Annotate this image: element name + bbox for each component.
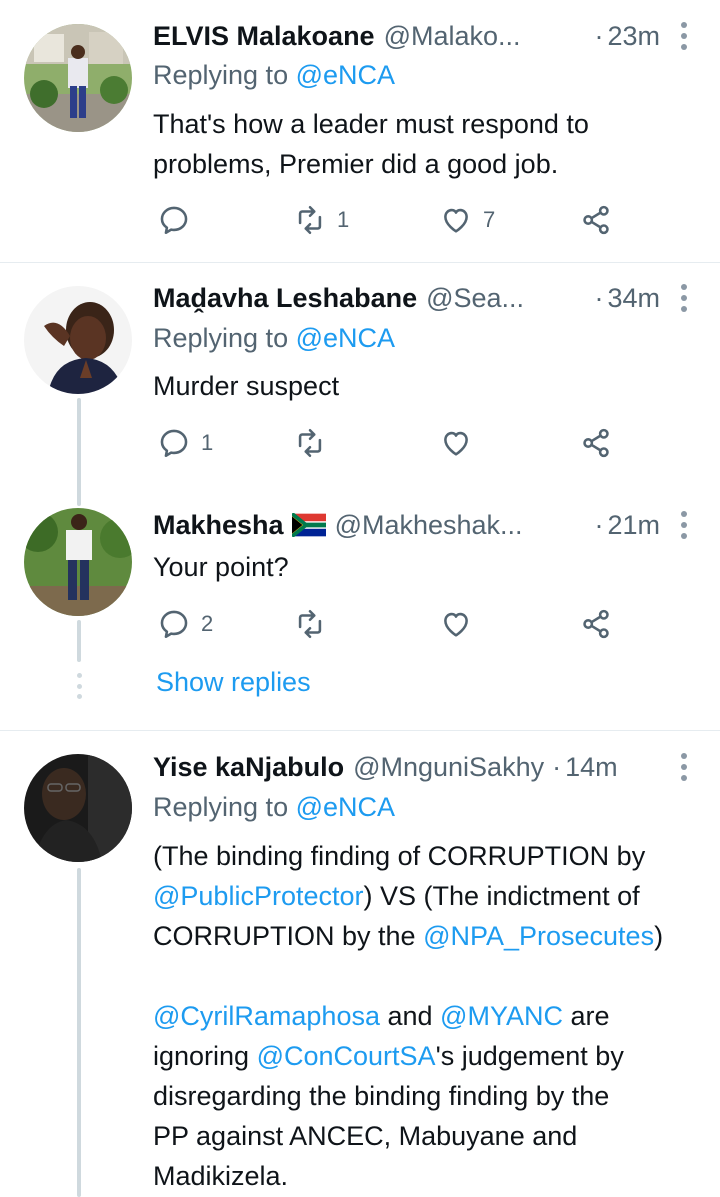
avatar[interactable] bbox=[24, 24, 132, 132]
timestamp[interactable]: 21m bbox=[607, 510, 660, 541]
show-replies-link[interactable]: Show replies bbox=[156, 667, 311, 698]
mention-link[interactable]: @eNCA bbox=[296, 323, 395, 353]
action-bar: 2 bbox=[157, 606, 617, 642]
reply-button[interactable] bbox=[157, 202, 201, 238]
share-icon bbox=[583, 609, 609, 639]
retweet-count: 1 bbox=[337, 207, 350, 232]
tweet-3[interactable]: Makhesha @Makheshak... · 21m Your point?… bbox=[0, 490, 720, 650]
tweet-2[interactable]: Maḓavha Leshabane @Sea... · 34m Replying… bbox=[0, 263, 720, 501]
share-button[interactable] bbox=[579, 202, 613, 238]
avatar[interactable] bbox=[24, 508, 132, 616]
time-separator: · bbox=[594, 20, 604, 51]
reply-count: 1 bbox=[201, 430, 214, 455]
mention-link[interactable]: @CyrilRamaphosa bbox=[153, 1001, 380, 1031]
share-button[interactable] bbox=[579, 606, 613, 642]
more-icon[interactable] bbox=[680, 22, 688, 50]
display-name[interactable]: Makhesha bbox=[153, 510, 284, 541]
share-icon bbox=[583, 428, 609, 458]
reply-icon bbox=[160, 429, 188, 458]
mention-link[interactable]: @PublicProtector bbox=[153, 881, 364, 911]
retweet-icon bbox=[298, 428, 322, 458]
display-name[interactable]: Yise kaNjabulo bbox=[153, 752, 344, 783]
user-handle[interactable]: @Sea... bbox=[426, 283, 524, 314]
more-icon[interactable] bbox=[680, 511, 688, 539]
share-button[interactable] bbox=[579, 425, 613, 461]
tweet-1[interactable]: ELVIS Malakoane @Malako... · 23m Replyin… bbox=[0, 0, 720, 262]
like-count: 7 bbox=[483, 207, 496, 232]
mention-link[interactable]: @MYANC bbox=[440, 1001, 563, 1031]
avatar[interactable] bbox=[24, 286, 132, 394]
tweet-header: ELVIS Malakoane @Malako... · 23m bbox=[153, 18, 694, 54]
tweet-text: Murder suspect bbox=[153, 371, 340, 401]
user-handle[interactable]: @Malako... bbox=[384, 21, 521, 52]
user-handle[interactable]: @Makheshak... bbox=[335, 510, 523, 541]
tweet-header: Makhesha @Makheshak... · 21m bbox=[153, 507, 694, 543]
avatar[interactable] bbox=[24, 754, 132, 862]
like-button[interactable] bbox=[439, 606, 483, 642]
reply-count: 2 bbox=[201, 611, 214, 636]
thread-ellipsis bbox=[75, 673, 83, 699]
reply-button[interactable]: 1 bbox=[157, 425, 213, 461]
reply-icon bbox=[160, 206, 188, 235]
action-bar: 1 bbox=[157, 425, 617, 461]
time-separator: · bbox=[594, 282, 604, 313]
heart-icon bbox=[444, 208, 468, 233]
tweet-text: That's how a leader must respond to prob… bbox=[153, 109, 589, 179]
tweet-text: Your point? bbox=[153, 552, 289, 582]
retweet-icon bbox=[298, 609, 322, 639]
retweet-button[interactable] bbox=[293, 425, 337, 461]
retweet-button[interactable]: 1 bbox=[293, 202, 349, 238]
user-handle[interactable]: @MnguniSakhy bbox=[353, 752, 544, 783]
mention-link[interactable]: @ConCourtSA bbox=[257, 1041, 436, 1071]
mention-link[interactable]: @NPA_Prosecutes bbox=[423, 921, 654, 951]
south-africa-flag-icon bbox=[291, 513, 326, 537]
mention-link[interactable]: @eNCA bbox=[296, 792, 395, 822]
retweet-icon bbox=[298, 205, 322, 235]
like-button[interactable] bbox=[439, 425, 483, 461]
tweet-4[interactable]: Yise kaNjabulo @MnguniSakhy · 14m Replyi… bbox=[0, 731, 720, 1197]
timestamp[interactable]: 14m bbox=[565, 752, 618, 783]
replying-to: Replying to @eNCA bbox=[153, 60, 396, 90]
heart-icon bbox=[444, 431, 468, 456]
timestamp[interactable]: 23m bbox=[607, 21, 660, 52]
display-name[interactable]: ELVIS Malakoane bbox=[153, 21, 375, 52]
more-icon[interactable] bbox=[680, 284, 688, 312]
share-icon bbox=[583, 205, 609, 235]
mention-link[interactable]: @eNCA bbox=[296, 60, 395, 90]
like-button[interactable]: 7 bbox=[439, 202, 495, 238]
reply-button[interactable]: 2 bbox=[157, 606, 213, 642]
tweet-text: (The binding finding of CORRUPTION by @P… bbox=[153, 841, 664, 1191]
retweet-button[interactable] bbox=[293, 606, 337, 642]
replying-to: Replying to @eNCA bbox=[153, 323, 396, 353]
tweet-header: Maḓavha Leshabane @Sea... · 34m bbox=[153, 280, 694, 316]
time-separator: · bbox=[552, 751, 562, 782]
action-bar: 1 7 bbox=[157, 202, 617, 238]
heart-icon bbox=[444, 612, 468, 637]
tweet-header: Yise kaNjabulo @MnguniSakhy · 14m bbox=[153, 749, 694, 785]
replying-to: Replying to @eNCA bbox=[153, 792, 396, 822]
reply-icon bbox=[160, 610, 188, 639]
time-separator: · bbox=[594, 509, 604, 540]
more-icon[interactable] bbox=[680, 753, 688, 781]
timestamp[interactable]: 34m bbox=[607, 283, 660, 314]
display-name[interactable]: Maḓavha Leshabane bbox=[153, 283, 417, 314]
